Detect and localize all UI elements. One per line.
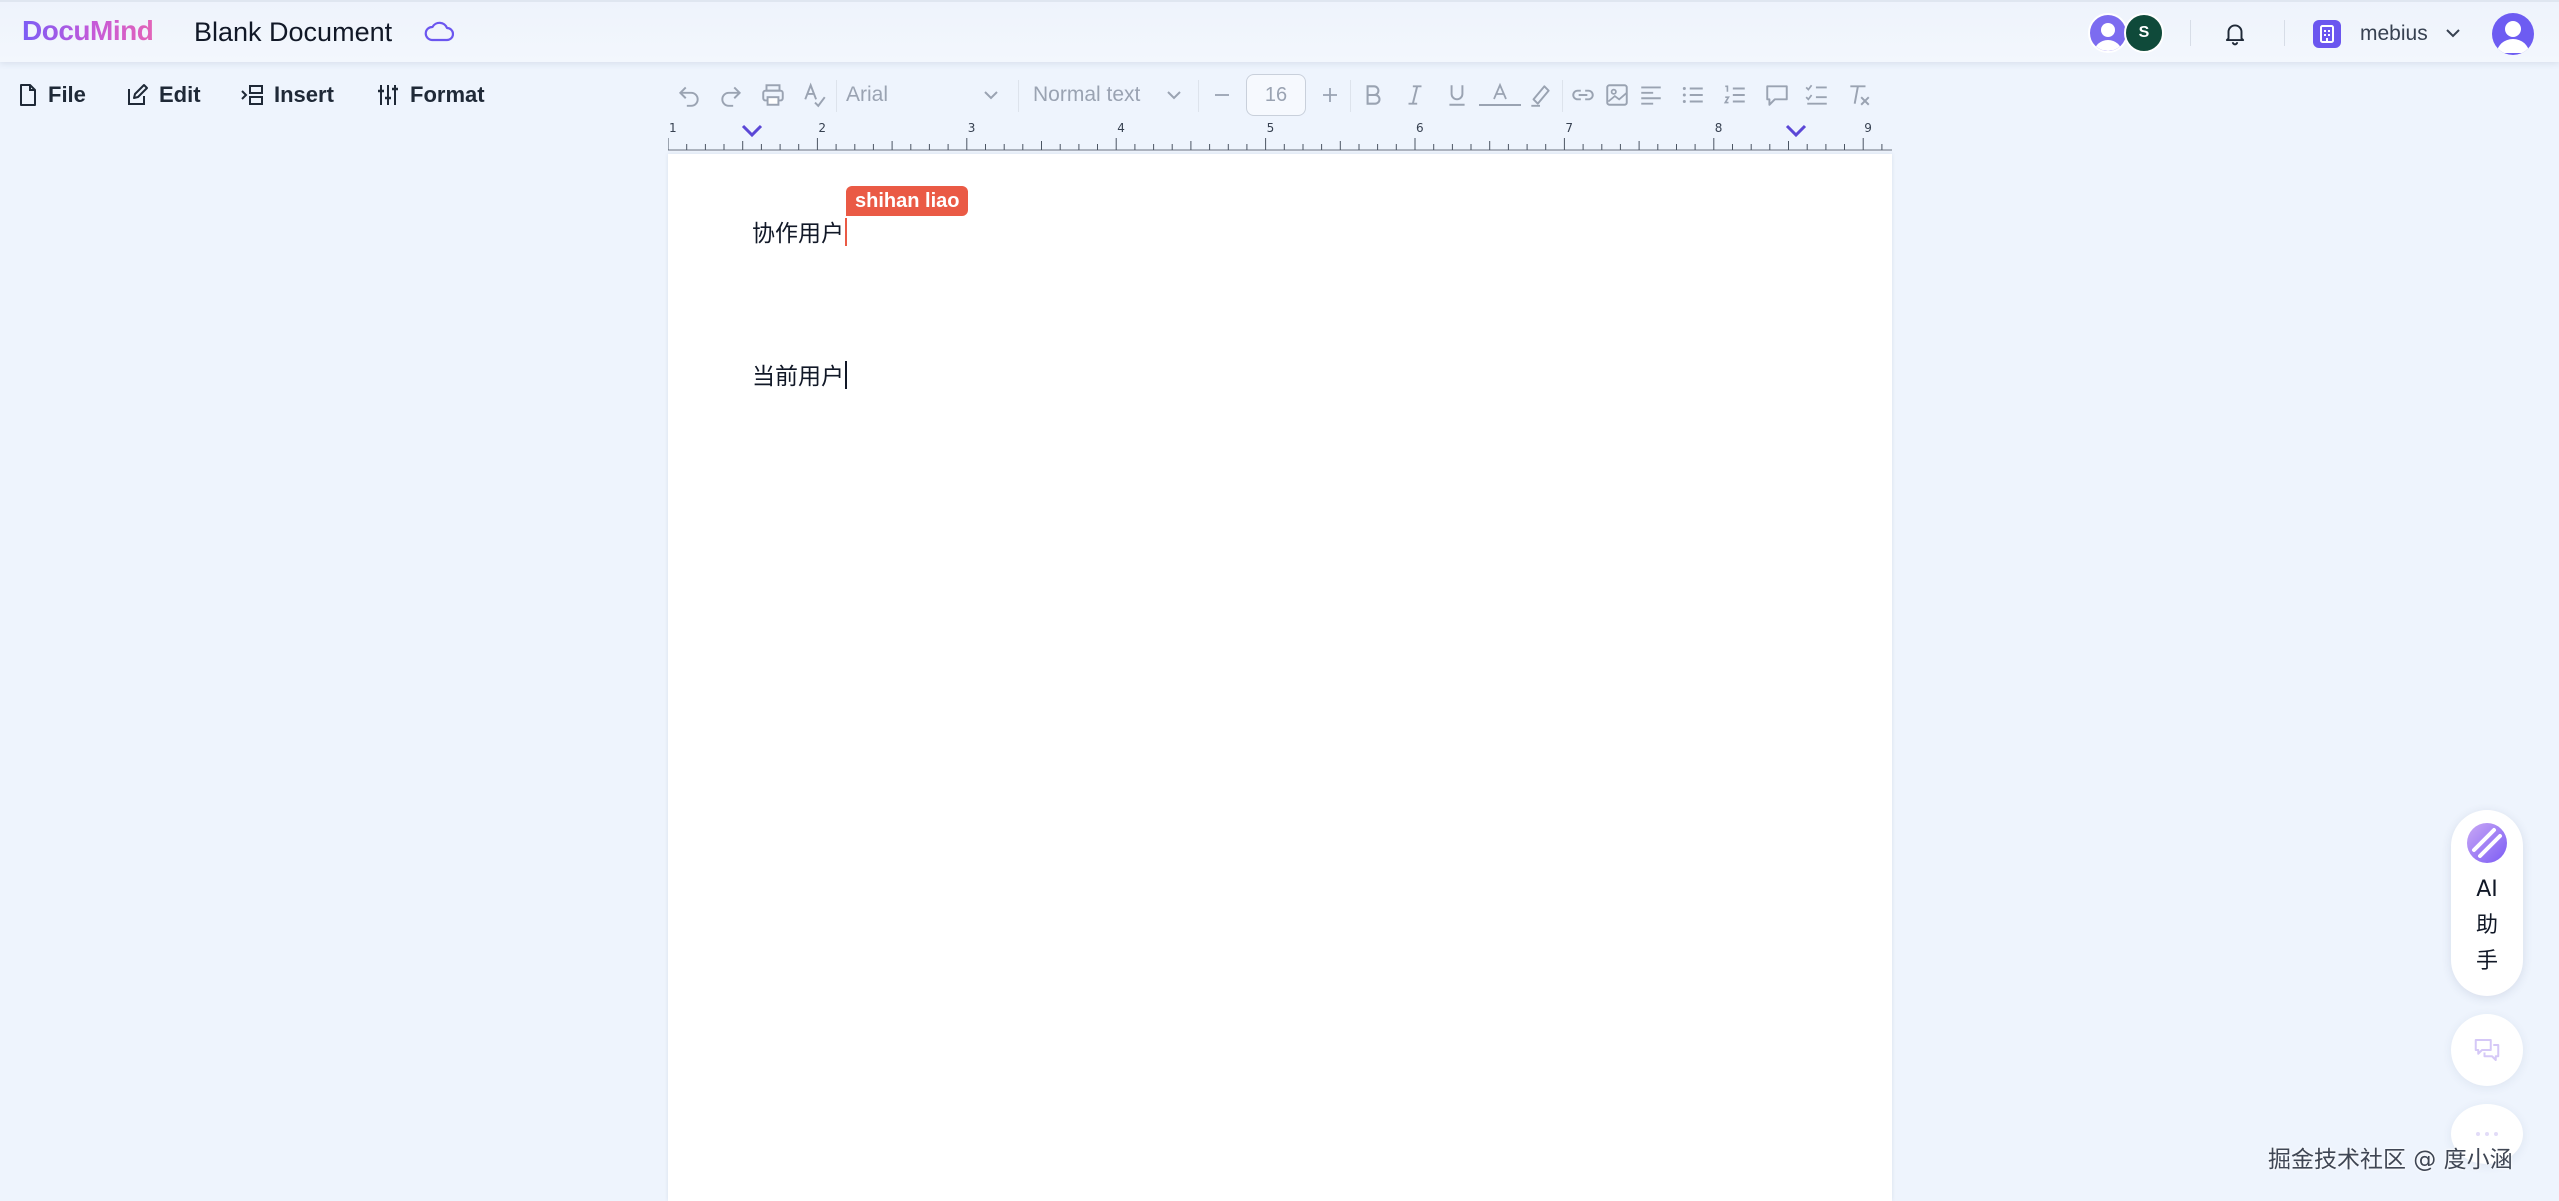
menu-edit[interactable]: Edit xyxy=(125,80,201,110)
menu-edit-label: Edit xyxy=(159,82,201,107)
divider xyxy=(1350,80,1351,112)
checklist-icon[interactable] xyxy=(1804,82,1830,113)
workspace-name[interactable]: mebius xyxy=(2360,22,2428,46)
menu-file[interactable]: File xyxy=(18,80,86,110)
ruler-label: 8 xyxy=(1715,121,1723,135)
text-style-value: Normal text xyxy=(1033,83,1141,106)
text-caret xyxy=(845,361,847,389)
document-page[interactable]: 协作用户 shihan liao 当前用户 xyxy=(668,154,1892,1201)
font-size-input[interactable]: 16 xyxy=(1246,74,1306,116)
link-icon[interactable] xyxy=(1570,82,1596,113)
paragraph-text: 当前用户 xyxy=(752,364,844,390)
ruler-label: 3 xyxy=(968,121,976,135)
file-icon xyxy=(20,84,36,106)
bell-icon[interactable] xyxy=(2222,20,2248,51)
ai-assistant-label: 助 xyxy=(2475,913,2498,938)
paragraph[interactable]: 当前用户 xyxy=(752,357,847,391)
highlight-icon[interactable] xyxy=(1527,82,1553,113)
menu-format-label: Format xyxy=(410,82,485,107)
divider xyxy=(1562,80,1563,112)
paragraph[interactable]: 协作用户 xyxy=(752,214,847,248)
right-margin-marker[interactable] xyxy=(1785,124,1807,138)
divider xyxy=(1018,80,1019,112)
comment-icon[interactable] xyxy=(1764,82,1790,113)
divider xyxy=(2190,20,2191,46)
ai-assistant-button[interactable]: AI 助 手 xyxy=(2451,810,2523,996)
ruler-label: 9 xyxy=(1864,121,1872,135)
ai-assistant-label: 手 xyxy=(2475,949,2498,974)
chevron-down-icon xyxy=(1167,91,1181,100)
divider xyxy=(836,80,837,112)
decrease-size-icon[interactable] xyxy=(1210,82,1234,113)
chevron-down-icon xyxy=(984,91,998,100)
menu-file-label: File xyxy=(48,82,86,107)
redo-icon[interactable] xyxy=(718,82,744,113)
sliders-icon xyxy=(378,85,398,105)
menu-insert-label: Insert xyxy=(274,82,334,107)
bullet-list-icon[interactable] xyxy=(1680,82,1706,113)
menu-insert[interactable]: Insert xyxy=(240,80,334,110)
spellcheck-icon[interactable] xyxy=(802,82,828,113)
italic-icon[interactable] xyxy=(1402,82,1428,113)
collaborator-avatar[interactable] xyxy=(2088,13,2128,53)
underline-icon[interactable] xyxy=(1444,82,1470,113)
ai-assistant-icon xyxy=(2467,823,2507,863)
remote-cursor-label: shihan liao xyxy=(846,186,969,216)
app-logo[interactable]: DocuMind xyxy=(22,15,154,47)
remote-cursor-caret xyxy=(845,218,847,246)
numbered-list-icon[interactable] xyxy=(1722,82,1748,113)
ruler-label: 5 xyxy=(1267,121,1275,135)
insert-icon xyxy=(241,85,263,105)
undo-icon[interactable] xyxy=(676,82,702,113)
chat-button[interactable] xyxy=(2451,1014,2523,1086)
more-icon xyxy=(2476,1132,2498,1136)
watermark: 掘金技术社区 @ 度小涵 xyxy=(2268,1147,2513,1173)
ruler-label: 2 xyxy=(818,121,826,135)
menu-format[interactable]: Format xyxy=(376,80,485,110)
align-icon[interactable] xyxy=(1638,82,1664,113)
ruler-label: 7 xyxy=(1565,121,1573,135)
top-bar: DocuMind Blank Document S mebius xyxy=(0,0,2559,62)
chat-icon xyxy=(2474,1039,2500,1061)
ruler-label: 1 xyxy=(669,121,677,135)
clear-format-icon[interactable] xyxy=(1846,82,1872,113)
cloud-sync-icon[interactable] xyxy=(424,21,455,48)
divider xyxy=(1198,80,1199,112)
text-style-select[interactable]: Normal text xyxy=(1033,78,1183,112)
font-family-select[interactable]: Arial xyxy=(846,78,1006,112)
chevron-down-icon[interactable] xyxy=(2444,26,2462,45)
collaborator-avatars[interactable]: S xyxy=(2088,13,2168,55)
document-title[interactable]: Blank Document xyxy=(194,17,392,48)
print-icon[interactable] xyxy=(760,82,786,113)
font-family-value: Arial xyxy=(846,83,889,106)
paragraph-text: 协作用户 xyxy=(752,221,844,247)
edit-icon xyxy=(128,84,148,105)
ruler-label: 6 xyxy=(1416,121,1424,135)
ruler[interactable]: 1 2 3 4 5 6 7 8 9 xyxy=(667,118,1892,154)
increase-size-icon[interactable] xyxy=(1318,82,1342,113)
image-icon[interactable] xyxy=(1604,82,1630,113)
divider xyxy=(2284,20,2285,46)
bold-icon[interactable] xyxy=(1360,82,1386,113)
collaborator-avatar-initial[interactable]: S xyxy=(2124,13,2164,53)
left-margin-marker[interactable] xyxy=(741,124,763,138)
ruler-label: 4 xyxy=(1117,121,1125,135)
text-color-icon[interactable] xyxy=(1478,82,1522,115)
ai-assistant-label: AI xyxy=(2476,877,2498,902)
user-avatar[interactable] xyxy=(2492,13,2534,55)
workspace-icon[interactable] xyxy=(2313,20,2341,48)
